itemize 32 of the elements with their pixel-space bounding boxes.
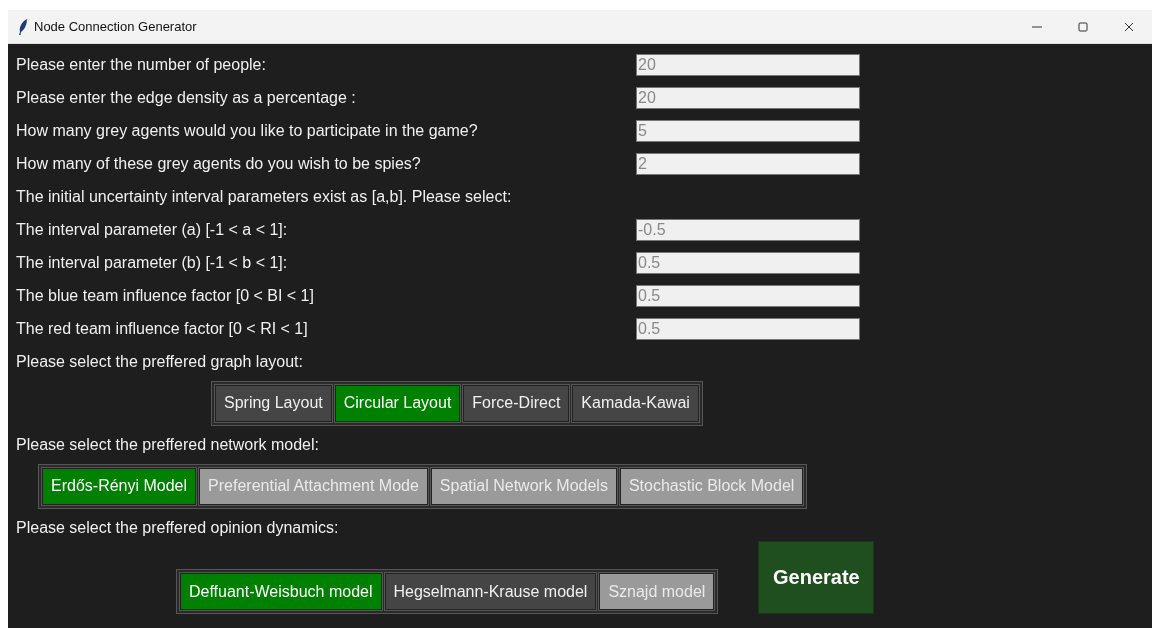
field-label: The interval parameter (b) [-1 < b < 1]: bbox=[16, 253, 289, 272]
input-field[interactable]: 0.5 bbox=[636, 317, 860, 340]
input-field[interactable]: -0.5 bbox=[636, 218, 860, 241]
feather-icon bbox=[18, 18, 28, 35]
option-button[interactable]: Circular Layout bbox=[334, 384, 461, 422]
field-label: The interval parameter (a) [-1 < a < 1]: bbox=[16, 220, 289, 239]
option-button[interactable]: Hegselmann-Krause model bbox=[384, 573, 597, 610]
option-button[interactable]: Force-Direct bbox=[463, 384, 570, 422]
option-button[interactable]: Erdős-Rényi Model bbox=[42, 467, 197, 505]
input-field[interactable]: 20 bbox=[636, 86, 860, 109]
input-field[interactable]: 5 bbox=[636, 119, 860, 142]
option-button[interactable]: Deffuant-Weisbuch model bbox=[180, 573, 382, 610]
input-field[interactable]: 0.5 bbox=[636, 284, 860, 307]
field-label: Please enter the number of people: bbox=[16, 55, 267, 74]
input-field[interactable]: 2 bbox=[636, 152, 860, 175]
section-label: Please select the preffered opinion dynamics: bbox=[16, 518, 340, 537]
option-button[interactable]: Spring Layout bbox=[215, 384, 332, 422]
maximize-icon[interactable] bbox=[1078, 21, 1088, 32]
generate-button[interactable]: Generate bbox=[758, 541, 875, 614]
option-button[interactable]: Kamada-Kawai bbox=[572, 384, 699, 422]
input-field[interactable]: 20 bbox=[636, 53, 860, 76]
field-label: How many grey agents would you like to participate in the game? bbox=[16, 121, 479, 140]
field-label: Please enter the edge density as a percentage : bbox=[16, 88, 357, 107]
window-title: Node Connection Generator bbox=[34, 19, 198, 34]
field-label: The red team influence factor [0 < RI < 1] bbox=[16, 319, 309, 338]
input-field[interactable]: 0.5 bbox=[636, 251, 860, 274]
section-label: Please select the preffered graph layout: bbox=[16, 352, 304, 371]
close-icon[interactable] bbox=[1124, 21, 1134, 32]
field-label: The initial uncertainty interval parameters exist as [a,b]. Please select: bbox=[16, 187, 513, 206]
section-label: Please select the preffered network model: bbox=[16, 435, 320, 454]
field-label: How many of these grey agents do you wish to be spies? bbox=[16, 154, 422, 173]
field-label: The blue team influence factor [0 < BI < 1] bbox=[16, 286, 315, 305]
